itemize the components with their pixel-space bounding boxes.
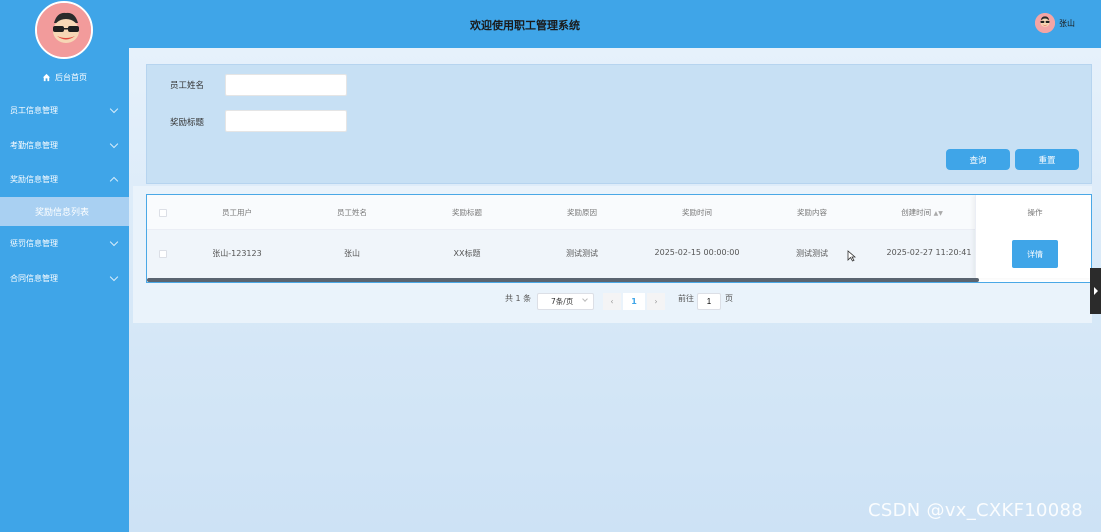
employee-name-label: 员工姓名	[170, 81, 205, 91]
sidebar-item-reward[interactable]: 奖励信息管理	[0, 164, 129, 194]
row-checkbox[interactable]	[159, 250, 167, 258]
col-reward-title: 奖励标题	[452, 208, 482, 217]
home-icon	[42, 73, 51, 81]
user-name: 张山	[1059, 18, 1075, 28]
employee-name-input[interactable]	[225, 74, 347, 96]
table-header: 员工用户 员工姓名 奖励标题 奖励原因 奖励时间 奖励内容 创建时间 ▲▼	[147, 195, 1091, 230]
sidebar-item-attendance[interactable]: 考勤信息管理	[0, 130, 129, 160]
chevron-down-icon	[109, 272, 119, 281]
col-operation: 操作	[1027, 208, 1043, 217]
sidebar-item-label: 考勤信息管理	[10, 140, 58, 150]
chevron-left-icon: ‹	[610, 297, 614, 306]
col-reward-reason: 奖励原因	[567, 208, 597, 217]
sidebar-item-punishment[interactable]: 惩罚信息管理	[0, 228, 129, 258]
chevron-down-icon	[109, 139, 119, 148]
top-header: 欢迎使用职工管理系统 张山	[129, 0, 1101, 48]
cartoon-avatar-icon	[1035, 13, 1055, 33]
reset-button[interactable]: 重置	[1015, 149, 1079, 170]
detail-button[interactable]: 详情	[1012, 240, 1058, 268]
search-panel: 员工姓名 奖励标题 查询 重置	[146, 64, 1092, 184]
user-menu[interactable]: 张山	[1035, 13, 1075, 33]
sidebar-home-link[interactable]: 后台首页	[0, 68, 129, 86]
goto-page-input[interactable]	[697, 293, 721, 310]
sidebar-subitem-label: 奖励信息列表	[35, 208, 90, 218]
col-employee-user: 员工用户	[222, 208, 252, 217]
sidebar-item-label: 员工信息管理	[10, 105, 58, 115]
sidebar-item-contract[interactable]: 合同信息管理	[0, 263, 129, 293]
cartoon-avatar-icon	[37, 3, 91, 57]
avatar[interactable]	[35, 1, 93, 59]
cell-employee-name: 张山	[344, 249, 360, 258]
cell-employee-user: 张山-123123	[212, 249, 262, 258]
reward-table: 员工用户 员工姓名 奖励标题 奖励原因 奖励时间 奖励内容 创建时间 ▲▼ 张山…	[146, 194, 1092, 283]
select-all-checkbox[interactable]	[159, 209, 167, 217]
chevron-right-icon	[1093, 287, 1098, 295]
sidebar: 后台首页 员工信息管理 考勤信息管理 奖励信息管理 奖励信息列表 惩罚信息管理 …	[0, 0, 129, 532]
watermark: CSDN @vx_CXKF10088	[868, 500, 1084, 521]
cell-reward-time: 2025-02-15 00:00:00	[654, 248, 740, 257]
sidebar-item-label: 奖励信息管理	[10, 174, 58, 184]
horizontal-scrollbar[interactable]	[147, 278, 979, 282]
chevron-right-icon: ›	[654, 297, 658, 306]
user-avatar	[1035, 13, 1055, 33]
col-reward-content: 奖励内容	[797, 208, 827, 217]
sidebar-subitem-reward-list[interactable]: 奖励信息列表	[0, 197, 129, 226]
sort-icon[interactable]: ▲▼	[934, 210, 943, 217]
table-row: 张山-123123 张山 XX标题 测试测试 2025-02-15 00:00:…	[147, 230, 1091, 278]
col-employee-name: 员工姓名	[337, 208, 367, 217]
page-size-select[interactable]: 7条/页	[537, 293, 594, 310]
operation-column: 操作 详情	[975, 195, 1091, 278]
sidebar-item-label: 合同信息管理	[10, 273, 58, 283]
next-page-button[interactable]: ›	[647, 293, 665, 310]
reward-title-label: 奖励标题	[170, 118, 205, 128]
query-button[interactable]: 查询	[946, 149, 1010, 170]
chevron-down-icon	[109, 104, 119, 113]
sidebar-home-label: 后台首页	[55, 72, 87, 82]
chevron-up-icon	[109, 176, 119, 185]
col-created-time-label: 创建时间	[901, 208, 932, 217]
goto-label: 前往	[678, 294, 694, 303]
chevron-down-icon	[582, 296, 588, 302]
side-panel-toggle[interactable]	[1090, 268, 1101, 314]
cell-created-time: 2025-02-27 11:20:41	[886, 248, 972, 257]
reward-title-input[interactable]	[225, 110, 347, 132]
page-title: 欢迎使用职工管理系统	[470, 19, 580, 32]
page-size-value: 7条/页	[551, 297, 574, 306]
chevron-down-icon	[109, 237, 119, 246]
sidebar-item-employee[interactable]: 员工信息管理	[0, 95, 129, 125]
col-created-time[interactable]: 创建时间 ▲▼	[877, 207, 967, 218]
cell-reward-title: XX标题	[453, 249, 481, 258]
col-reward-time: 奖励时间	[682, 208, 712, 217]
page-unit-label: 页	[725, 294, 733, 303]
pagination-total: 共 1 条	[505, 294, 532, 303]
sidebar-item-label: 惩罚信息管理	[10, 238, 58, 248]
prev-page-button[interactable]: ‹	[603, 293, 621, 310]
page-number-current[interactable]: 1	[623, 293, 645, 310]
cell-reward-reason: 测试测试	[566, 249, 598, 258]
mouse-cursor-icon	[847, 250, 856, 262]
